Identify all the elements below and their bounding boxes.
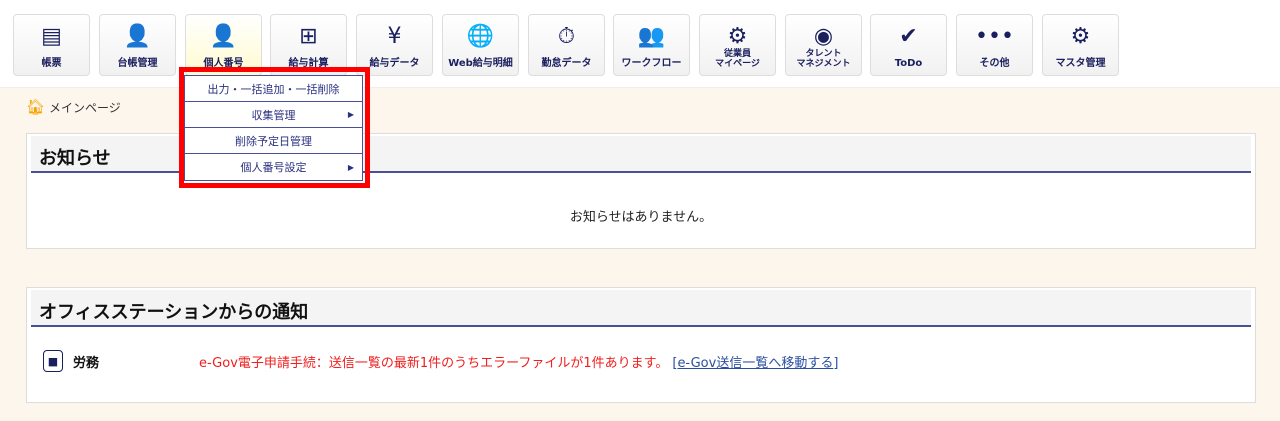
toolbar-label: マネジメント bbox=[796, 59, 851, 69]
dropdown-item[interactable]: 出力・一括追加・一括削除 bbox=[185, 76, 362, 102]
toolbar-button-more[interactable]: ••• その他 bbox=[956, 14, 1033, 76]
toolbar-label: 勤怠データ bbox=[541, 58, 592, 69]
briefcase-icon: ■ bbox=[43, 350, 63, 372]
toolbar-button-talent[interactable]: ◉ タレント マネジメント bbox=[785, 14, 862, 76]
toolbar-label: マイページ bbox=[715, 59, 760, 69]
toolbar-button-workflow[interactable]: 👥 ワークフロー bbox=[613, 14, 690, 76]
my-number-icon: 👤 bbox=[209, 24, 238, 49]
attendance-icon: ⏱ bbox=[557, 24, 576, 49]
toolbar-label: 帳票 bbox=[41, 58, 62, 69]
toolbar-button-employee-mypage[interactable]: ⚙ 従業員 マイページ bbox=[699, 14, 776, 76]
web-payslip-icon: 🌐 bbox=[466, 24, 495, 49]
toolbar-button-ledger[interactable]: 👤 台帳管理 bbox=[99, 14, 176, 76]
dropdown-item[interactable]: 収集管理 ▶ bbox=[185, 102, 362, 128]
talent-icon: ◉ bbox=[813, 24, 834, 49]
ledger-icon: 👤 bbox=[123, 24, 152, 49]
toolbar-label: マスタ管理 bbox=[1055, 58, 1106, 69]
my-number-dropdown: 出力・一括追加・一括削除 収集管理 ▶ 削除予定日管理 個人番号設定 ▶ bbox=[184, 75, 363, 181]
todo-icon: ✔ bbox=[899, 24, 918, 49]
toolbar-button-document[interactable]: ▤ 帳票 bbox=[13, 14, 90, 76]
toolbar-label: その他 bbox=[979, 58, 1010, 69]
toolbar-label: 台帳管理 bbox=[117, 58, 158, 69]
calculator-icon: ⊞ bbox=[299, 24, 318, 49]
toolbar-label: 給与データ bbox=[369, 58, 420, 69]
dropdown-item-label: 出力・一括追加・一括削除 bbox=[207, 82, 340, 96]
more-icon: ••• bbox=[975, 24, 1014, 49]
submenu-arrow-icon: ▶ bbox=[347, 110, 354, 119]
toolbar-button-web-payslip[interactable]: 🌐 Web給与明細 bbox=[442, 14, 519, 76]
workflow-icon: 👥 bbox=[637, 24, 666, 49]
employee-mypage-icon: ⚙ bbox=[727, 24, 748, 49]
notice-message: e-Gov電子申請手続：送信一覧の最新1件のうちエラーファイルが1件あります。 bbox=[199, 355, 669, 371]
toolbar-button-todo[interactable]: ✔ ToDo bbox=[870, 14, 947, 76]
toolbar-button-gear[interactable]: ⚙ マスタ管理 bbox=[1042, 14, 1119, 76]
dropdown-item-label: 収集管理 bbox=[251, 108, 296, 122]
toolbar-label: ToDo bbox=[894, 58, 923, 69]
document-icon: ▤ bbox=[41, 24, 62, 49]
notice-category: 労務 bbox=[73, 355, 100, 371]
dropdown-item[interactable]: 個人番号設定 ▶ bbox=[185, 154, 362, 180]
link-bracket-close: ] bbox=[833, 355, 839, 371]
breadcrumb: 🏠︎ メインページ bbox=[26, 98, 121, 116]
egov-link-text[interactable]: e-Gov送信一覧へ移動する bbox=[677, 356, 833, 371]
breadcrumb-main-page[interactable]: メインページ bbox=[49, 99, 121, 116]
notices-empty-text: お知らせはありません。 bbox=[569, 210, 713, 225]
dropdown-item-label: 個人番号設定 bbox=[240, 161, 307, 174]
office-notices-title: オフィスステーションからの通知 bbox=[31, 290, 1251, 327]
notice-row: ■ 労務 e-Gov電子申請手続：送信一覧の最新1件のうちエラーファイルが1件あ… bbox=[43, 350, 1243, 372]
toolbar-label: Web給与明細 bbox=[448, 58, 513, 69]
salary-data-icon: ¥ bbox=[387, 24, 402, 49]
toolbar-button-attendance[interactable]: ⏱ 勤怠データ bbox=[528, 14, 605, 76]
submenu-arrow-icon: ▶ bbox=[347, 162, 354, 172]
toolbar-label: ワークフロー bbox=[621, 58, 682, 69]
office-notices-panel: オフィスステーションからの通知 ■ 労務 e-Gov電子申請手続：送信一覧の最新… bbox=[26, 287, 1256, 403]
dropdown-item-label: 削除予定日管理 bbox=[235, 134, 312, 148]
home-icon: 🏠︎ bbox=[26, 98, 46, 116]
dropdown-item[interactable]: 削除予定日管理 bbox=[185, 128, 362, 154]
gear-icon: ⚙ bbox=[1070, 24, 1091, 49]
egov-link[interactable]: [e-Gov送信一覧へ移動する] bbox=[672, 352, 838, 371]
